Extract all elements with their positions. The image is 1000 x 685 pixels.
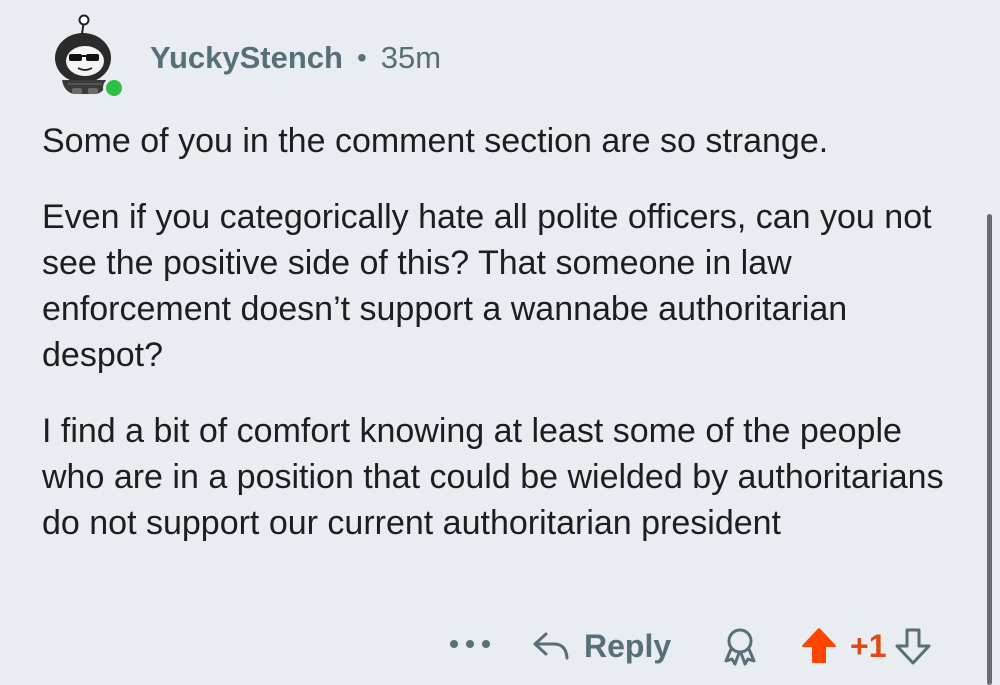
comment: YuckyStench • 35m Some of you in the com… — [0, 0, 1000, 685]
avatar[interactable] — [50, 14, 125, 104]
username-link[interactable]: YuckyStench — [150, 40, 343, 76]
vote-score: +1 — [850, 627, 887, 664]
scrollbar[interactable] — [987, 214, 992, 685]
comment-body: Some of you in the comment section are s… — [42, 118, 962, 576]
reply-button[interactable]: Reply — [532, 624, 671, 668]
downvote-arrow-icon[interactable] — [894, 626, 932, 666]
comment-paragraph: I find a bit of comfort knowing at least… — [42, 412, 944, 542]
meta-separator: • — [356, 42, 367, 73]
comment-paragraph: Some of you in the comment section are s… — [42, 122, 829, 160]
comment-paragraph: Even if you categorically hate all polit… — [42, 198, 932, 374]
more-options-icon[interactable] — [450, 628, 490, 660]
online-status-indicator — [103, 77, 125, 99]
comment-timestamp: 35m — [380, 40, 442, 75]
reply-label: Reply — [584, 627, 672, 664]
comment-header — [50, 14, 125, 104]
award-icon[interactable] — [718, 624, 762, 668]
comment-meta: YuckyStench • 35m — [150, 40, 441, 76]
vote-control: +1 — [800, 624, 932, 668]
comment-action-bar: Reply +1 — [0, 620, 1000, 674]
upvote-arrow-icon[interactable] — [800, 626, 838, 666]
reply-arrow-icon — [532, 630, 570, 662]
